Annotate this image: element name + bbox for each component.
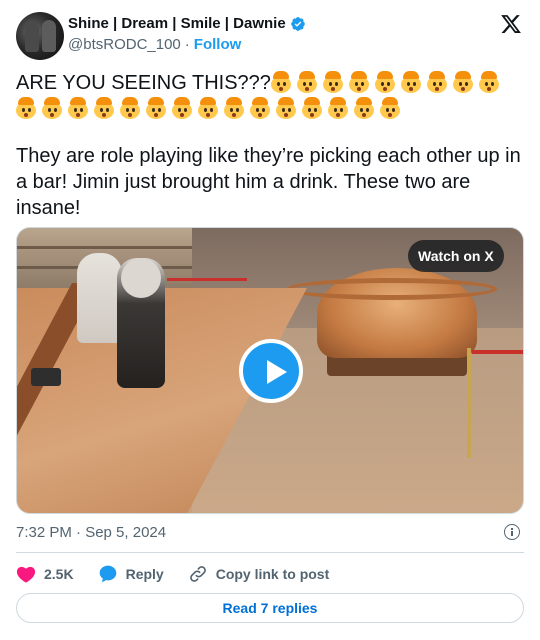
handle-row: @btsRODC_100 · Follow: [68, 36, 241, 53]
exploding-head-emoji: [302, 97, 322, 119]
tweet-body: They are role playing like they’re picki…: [16, 145, 521, 219]
exploding-head-emoji: [296, 71, 317, 93]
author-name-row[interactable]: Shine | Dream | Smile | Dawnie: [68, 15, 306, 32]
link-icon: [189, 566, 206, 582]
exploding-head-emoji: [426, 71, 447, 93]
exploding-head-emoji: [348, 71, 369, 93]
exploding-head-emoji: [224, 97, 244, 119]
read-replies-button[interactable]: Read 7 replies: [16, 593, 524, 623]
action-bar: 2.5K Reply Copy link to post: [16, 562, 353, 586]
exploding-head-emoji: [198, 97, 218, 119]
tweet-headline: ARE YOU SEEING THIS???: [16, 72, 271, 94]
exploding-head-emoji: [16, 97, 36, 119]
read-replies-label: Read 7 replies: [222, 600, 318, 616]
x-logo-icon[interactable]: [500, 13, 522, 35]
exploding-head-emoji: [328, 97, 348, 119]
exploding-head-emoji: [354, 97, 374, 119]
watch-on-x-button[interactable]: Watch on X: [408, 240, 504, 272]
exploding-head-emoji: [120, 97, 140, 119]
exploding-head-emoji: [270, 71, 291, 93]
speech-bubble-icon: [99, 565, 116, 583]
exploding-head-emoji: [322, 71, 343, 93]
copy-link-label: Copy link to post: [215, 566, 330, 582]
divider: [16, 552, 524, 553]
avatar[interactable]: [16, 12, 64, 60]
like-count: 2.5K: [44, 566, 74, 582]
exploding-head-emoji: [276, 97, 296, 119]
exploding-head-emoji: [68, 97, 88, 119]
tweet-card: Shine | Dream | Smile | Dawnie @btsRODC_…: [0, 0, 540, 640]
exploding-head-emoji: [374, 71, 395, 93]
reply-label: Reply: [125, 566, 164, 582]
video-player[interactable]: Watch on X: [16, 227, 524, 514]
exploding-head-emoji: [42, 97, 62, 119]
exploding-head-emoji: [250, 97, 270, 119]
exploding-head-emoji: [94, 97, 114, 119]
exploding-head-emoji: [172, 97, 192, 119]
verified-badge-icon: [290, 16, 305, 31]
handle[interactable]: @btsRODC_100: [68, 36, 181, 53]
exploding-head-emoji: [380, 97, 400, 119]
exploding-head-emoji: [452, 71, 473, 93]
timestamp[interactable]: 7:32 PM · Sep 5, 2024: [16, 524, 166, 541]
separator: ·: [184, 36, 190, 53]
tweet-headline-block: ARE YOU SEEING THIS???: [16, 70, 524, 122]
copy-link-button[interactable]: Copy link to post: [188, 564, 330, 584]
exploding-head-emoji: [478, 71, 499, 93]
play-icon[interactable]: [239, 339, 303, 403]
exploding-head-emoji: [146, 97, 166, 119]
follow-button[interactable]: Follow: [194, 36, 242, 53]
info-icon[interactable]: [504, 524, 520, 540]
heart-icon: [16, 566, 36, 583]
like-button[interactable]: 2.5K: [16, 565, 74, 583]
exploding-head-emoji: [400, 71, 421, 93]
display-name[interactable]: Shine | Dream | Smile | Dawnie: [68, 15, 286, 32]
reply-button[interactable]: Reply: [98, 564, 164, 584]
